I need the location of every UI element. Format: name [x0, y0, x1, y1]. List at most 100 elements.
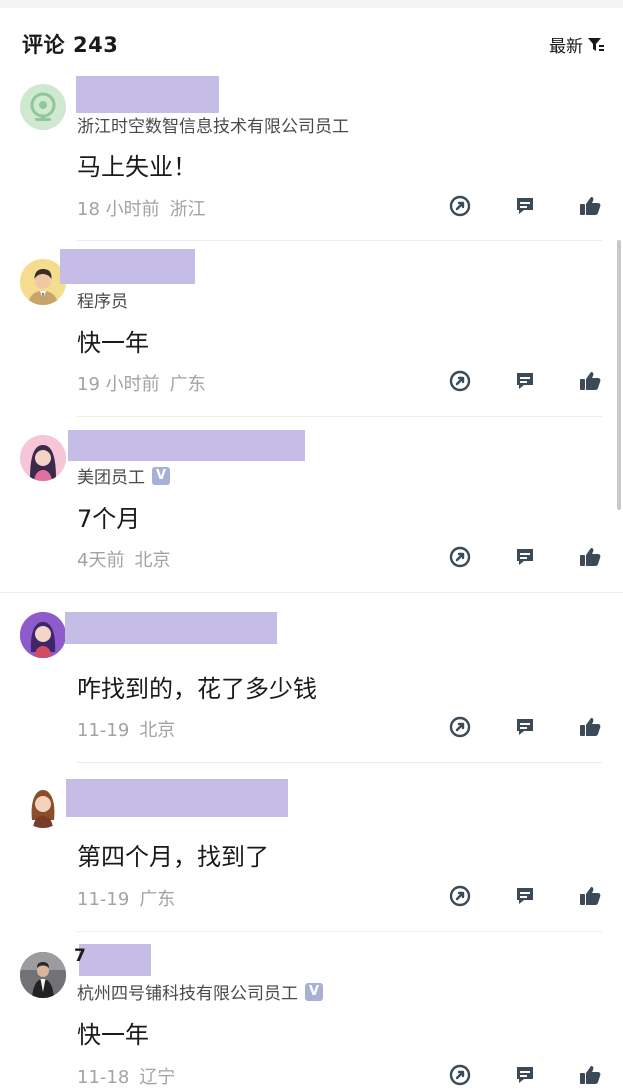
username-redacted [79, 944, 151, 976]
comments-count: 243 [73, 33, 119, 57]
reply-icon [517, 888, 533, 904]
avatar[interactable] [20, 435, 66, 481]
comment-meta: 11-18 辽宁 [77, 1063, 175, 1089]
reply-button[interactable] [512, 714, 538, 740]
share-icon [449, 885, 471, 907]
comments-header: 评论 243 最新 [0, 8, 623, 76]
comment-divider [0, 592, 623, 593]
comment-time: 11-19 [77, 889, 130, 910]
like-icon [580, 718, 601, 736]
comment-divider [77, 240, 602, 241]
share-button[interactable] [447, 714, 473, 740]
like-icon [580, 1066, 601, 1084]
share-icon [449, 1064, 471, 1086]
username-redacted [68, 430, 305, 461]
username-fragment: 7 [74, 946, 86, 966]
comment-meta: 18 小时前 浙江 [77, 195, 206, 221]
reply-button[interactable] [512, 368, 538, 394]
username-redacted [65, 612, 277, 644]
comment-time: 4天前 [77, 550, 125, 571]
reply-button[interactable] [512, 544, 538, 570]
comments-title: 评论 243 [22, 29, 118, 59]
verified-badge: V [305, 982, 323, 1001]
share-button[interactable] [447, 883, 473, 909]
scrollbar[interactable] [617, 240, 621, 510]
share-icon [449, 546, 471, 568]
share-icon [449, 370, 471, 392]
like-icon [580, 548, 601, 566]
comment-text: 第四个月，找到了 [77, 843, 269, 871]
comment-time: 19 小时前 [77, 374, 160, 395]
username-redacted [76, 76, 219, 113]
comment-divider [77, 416, 602, 417]
share-button[interactable] [447, 1062, 473, 1088]
filter-icon [588, 37, 604, 51]
woman-pink-avatar-icon [20, 435, 66, 481]
woman-purple-avatar-icon [20, 612, 66, 658]
comment-text: 7个月 [77, 505, 141, 533]
reply-icon [517, 373, 533, 389]
sort-label: 最新 [549, 37, 583, 57]
user-company: 杭州四号铺科技有限公司员工 V [77, 979, 323, 1004]
comment-location: 浙江 [169, 199, 206, 220]
comment-location: 辽宁 [139, 1067, 176, 1088]
reply-button[interactable] [512, 1062, 538, 1088]
like-button[interactable] [577, 714, 603, 740]
avatar[interactable] [20, 952, 66, 998]
avatar[interactable] [20, 84, 66, 130]
comment-location: 北京 [134, 550, 171, 571]
reply-icon [517, 198, 533, 214]
company-label: 程序员 [77, 292, 128, 312]
reply-icon [517, 1067, 533, 1083]
user-company: 浙江时空数智信息技术有限公司员工 [77, 112, 349, 137]
username-redacted [66, 779, 288, 817]
like-button[interactable] [577, 1062, 603, 1088]
sort-button[interactable]: 最新 [549, 32, 605, 57]
comment-text: 咋找到的，花了多少钱 [77, 675, 317, 703]
user-company: 程序员 [77, 287, 128, 312]
comment-time: 11-19 [77, 720, 130, 741]
comment-divider [77, 931, 602, 932]
comment-meta: 11-19 北京 [77, 716, 175, 742]
comment-text: 快一年 [77, 1021, 149, 1049]
reply-button[interactable] [512, 193, 538, 219]
share-icon [449, 716, 471, 738]
comment-location: 广东 [169, 374, 206, 395]
share-icon [449, 195, 471, 217]
reply-icon [517, 549, 533, 565]
like-button[interactable] [577, 883, 603, 909]
company-label: 美团员工 [77, 468, 145, 488]
like-icon [580, 372, 601, 390]
share-button[interactable] [447, 368, 473, 394]
share-button[interactable] [447, 544, 473, 570]
like-icon [580, 197, 601, 215]
comment-text: 马上失业！ [77, 153, 197, 181]
webcam-avatar-icon [30, 92, 56, 121]
username-redacted [60, 249, 195, 284]
like-icon [580, 887, 601, 905]
man-photo-avatar-icon [20, 952, 66, 998]
comment-text: 快一年 [77, 329, 149, 357]
user-company: 美团员工 V [77, 463, 170, 488]
comment-meta: 19 小时前 广东 [77, 370, 206, 396]
comment-location: 北京 [139, 720, 176, 741]
like-button[interactable] [577, 544, 603, 570]
avatar[interactable] [20, 782, 66, 828]
comment-location: 广东 [139, 889, 176, 910]
comments-title-label: 评论 [22, 33, 65, 57]
like-button[interactable] [577, 368, 603, 394]
reply-icon [517, 719, 533, 735]
reply-button[interactable] [512, 883, 538, 909]
comment-divider [77, 762, 602, 763]
comment-time: 11-18 [77, 1067, 130, 1088]
company-label: 浙江时空数智信息技术有限公司员工 [77, 117, 349, 137]
woman-brown-hair-avatar-icon [20, 782, 66, 828]
like-button[interactable] [577, 193, 603, 219]
comment-time: 18 小时前 [77, 199, 160, 220]
avatar[interactable] [20, 612, 66, 658]
comment-meta: 4天前 北京 [77, 546, 170, 572]
verified-badge: V [152, 466, 170, 485]
top-strip [0, 0, 623, 8]
company-label: 杭州四号铺科技有限公司员工 [77, 984, 298, 1004]
share-button[interactable] [447, 193, 473, 219]
